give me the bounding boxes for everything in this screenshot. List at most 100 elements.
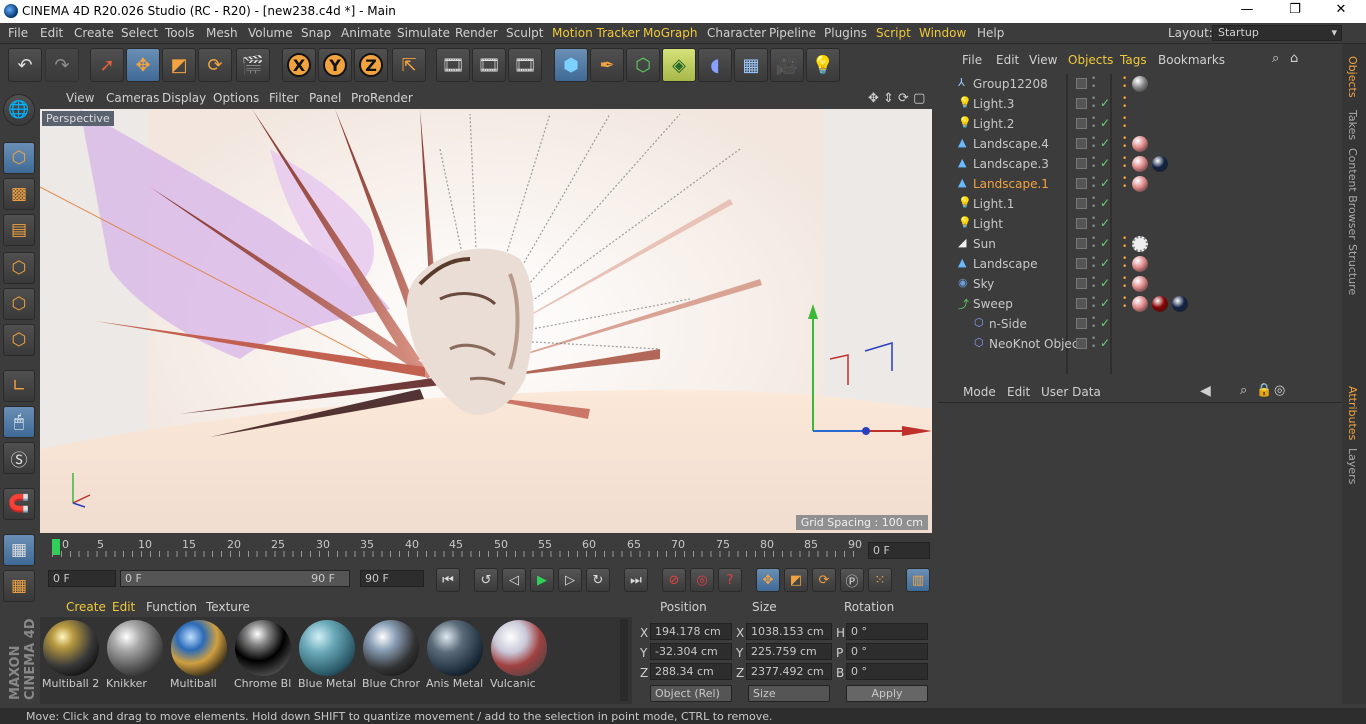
subdivision-button[interactable]: ⬡	[626, 48, 660, 82]
object-row[interactable]: ⤴ Sweep • • ✓ • •	[946, 294, 1342, 314]
layer-toggle[interactable]	[1076, 218, 1087, 229]
next-key-button[interactable]: ↻	[586, 568, 610, 592]
objects-menu-file[interactable]: File	[962, 53, 982, 67]
snap-button[interactable]: 🧲	[3, 488, 35, 520]
material-tag-icon[interactable]	[1132, 176, 1148, 192]
enabled-check-icon[interactable]: ✓	[1100, 316, 1110, 330]
menu-help[interactable]: Help	[977, 26, 1004, 40]
play-button[interactable]: ▶	[530, 568, 554, 592]
enabled-check-icon[interactable]: ✓	[1100, 156, 1110, 170]
visibility-dots-icon[interactable]: • •	[1091, 135, 1096, 152]
menu-pipeline[interactable]: Pipeline	[769, 26, 816, 40]
visibility-dots-icon[interactable]: • •	[1091, 215, 1096, 232]
axis-mode-button[interactable]: ∟	[3, 370, 35, 402]
object-row[interactable]: 💡 Light.3 • • ✓ • •	[946, 94, 1342, 114]
previous-frame-button[interactable]: ◁	[502, 568, 526, 592]
object-row[interactable]: ▲ Landscape • • ✓ • •	[946, 254, 1342, 274]
current-frame-field[interactable]: 0 F	[868, 542, 930, 559]
visibility-dots-icon[interactable]: • •	[1091, 235, 1096, 252]
side-tab-content-browser[interactable]: Content Browser	[1346, 148, 1359, 240]
tweak-mode-button[interactable]: 🖱	[3, 406, 35, 438]
menu-volume[interactable]: Volume	[248, 26, 293, 40]
key-scale-button[interactable]: ◩	[784, 568, 808, 592]
timeline-ruler[interactable]: 0 5 10 15 20 25 30 35 40 45 50 55 60 65 …	[52, 535, 862, 563]
home-icon[interactable]: ⌂	[1290, 51, 1298, 66]
menu-file[interactable]: File	[8, 26, 28, 40]
visibility-dots-icon[interactable]: • •	[1091, 275, 1096, 292]
layer-toggle[interactable]	[1076, 98, 1087, 109]
menu-tools[interactable]: Tools	[165, 26, 195, 40]
position-z-field[interactable]: 288.34 cm	[650, 663, 732, 680]
material-item[interactable]: Chrome Bla	[234, 619, 292, 699]
light-button[interactable]: 💡	[806, 48, 840, 82]
material-item[interactable]: Anis Metal	[426, 619, 484, 699]
layer-toggle[interactable]	[1076, 178, 1087, 189]
enabled-check-icon[interactable]: ✓	[1100, 176, 1110, 190]
viewport-menu-panel[interactable]: Panel	[309, 91, 341, 105]
object-row[interactable]: ⬡ NeoKnot Object • • ✓	[946, 334, 1342, 354]
objects-menu-tags[interactable]: Tags	[1120, 53, 1147, 67]
material-tag-icon[interactable]	[1132, 236, 1148, 252]
attributes-menu-mode[interactable]: Mode	[963, 385, 996, 399]
maximize-button[interactable]: ❐	[1280, 2, 1310, 20]
key-rotation-button[interactable]: ⟳	[812, 568, 836, 592]
menu-sculpt[interactable]: Sculpt	[506, 26, 543, 40]
grid-snap-button[interactable]: ▦	[3, 570, 35, 602]
object-row[interactable]: 💡 Light.1 • • ✓	[946, 194, 1342, 214]
start-frame-field[interactable]: 0 F	[48, 570, 116, 587]
coord-mode-select[interactable]: Object (Rel)	[650, 685, 732, 702]
visibility-dots-icon[interactable]: • •	[1091, 155, 1096, 172]
cloner-button[interactable]: ◈	[662, 48, 696, 82]
texture-mode-button[interactable]: ▩	[3, 178, 35, 210]
viewport-menu-view[interactable]: View	[66, 91, 94, 105]
object-row[interactable]: ▲ Landscape.4 • • ✓ • •	[946, 134, 1342, 154]
material-item[interactable]: Knikker	[106, 619, 164, 699]
material-tag-icon[interactable]	[1132, 296, 1148, 312]
goto-start-button[interactable]: ⏮	[436, 568, 460, 592]
object-row[interactable]: ◉ Sky • • ✓ • •	[946, 274, 1342, 294]
phong-tag-icon[interactable]: • •	[1122, 135, 1127, 152]
material-tab-create[interactable]: Create	[66, 600, 106, 614]
menu-simulate[interactable]: Simulate	[397, 26, 450, 40]
rotation-h-field[interactable]: 0 °	[846, 623, 928, 640]
menu-character[interactable]: Character	[707, 26, 766, 40]
visibility-dots-icon[interactable]: • •	[1091, 295, 1096, 312]
menu-script[interactable]: Script	[876, 26, 911, 40]
keyframe-selection-button[interactable]: ?	[718, 568, 742, 592]
enabled-check-icon[interactable]: ✓	[1100, 236, 1110, 250]
move-tool-button[interactable]: ✥	[126, 48, 160, 82]
back-arrow-icon[interactable]: ◀	[1200, 383, 1211, 399]
rotation-b-field[interactable]: 0 °	[846, 663, 928, 680]
polygons-mode-button[interactable]: ⬡	[3, 324, 35, 356]
workplane-lock-button[interactable]: ▦	[3, 534, 35, 566]
menu-animate[interactable]: Animate	[341, 26, 391, 40]
objects-menu-bookmarks[interactable]: Bookmarks	[1158, 53, 1225, 67]
solo-button[interactable]: Ⓢ	[3, 442, 35, 474]
menu-motion-tracker[interactable]: Motion Tracker	[552, 26, 640, 40]
layer-toggle[interactable]	[1076, 338, 1087, 349]
side-tab-takes[interactable]: Takes	[1346, 110, 1359, 140]
search-icon[interactable]: ⌕	[1272, 51, 1279, 66]
render-view-button[interactable]: 🎞	[436, 48, 470, 82]
material-tag-icon[interactable]	[1132, 76, 1148, 92]
rotation-p-field[interactable]: 0 °	[846, 643, 928, 660]
enabled-check-icon[interactable]: ✓	[1100, 256, 1110, 270]
phong-tag-icon[interactable]: • •	[1122, 115, 1127, 132]
side-tab-objects[interactable]: Objects	[1346, 56, 1359, 98]
render-settings-button[interactable]: 🎞	[508, 48, 542, 82]
menu-snap[interactable]: Snap	[301, 26, 331, 40]
attributes-menu-edit[interactable]: Edit	[1007, 385, 1030, 399]
model-mode-button[interactable]: ⬡	[3, 142, 35, 174]
key-pla-button[interactable]: ⁙	[868, 568, 892, 592]
material-tab-function[interactable]: Function	[146, 600, 197, 614]
object-row[interactable]: ◢ Sun • • ✓ • •	[946, 234, 1342, 254]
visibility-dots-icon[interactable]: • •	[1091, 95, 1096, 112]
recent-tools-button[interactable]: 🎬	[236, 48, 270, 82]
menu-mesh[interactable]: Mesh	[206, 26, 238, 40]
pen-button[interactable]: ✒	[590, 48, 624, 82]
object-row[interactable]: ⬡ n-Side • • ✓	[946, 314, 1342, 334]
viewport-menu-options[interactable]: Options	[213, 91, 259, 105]
enabled-check-icon[interactable]: ✓	[1100, 336, 1110, 350]
apply-button[interactable]: Apply	[846, 685, 928, 702]
layer-toggle[interactable]	[1076, 118, 1087, 129]
